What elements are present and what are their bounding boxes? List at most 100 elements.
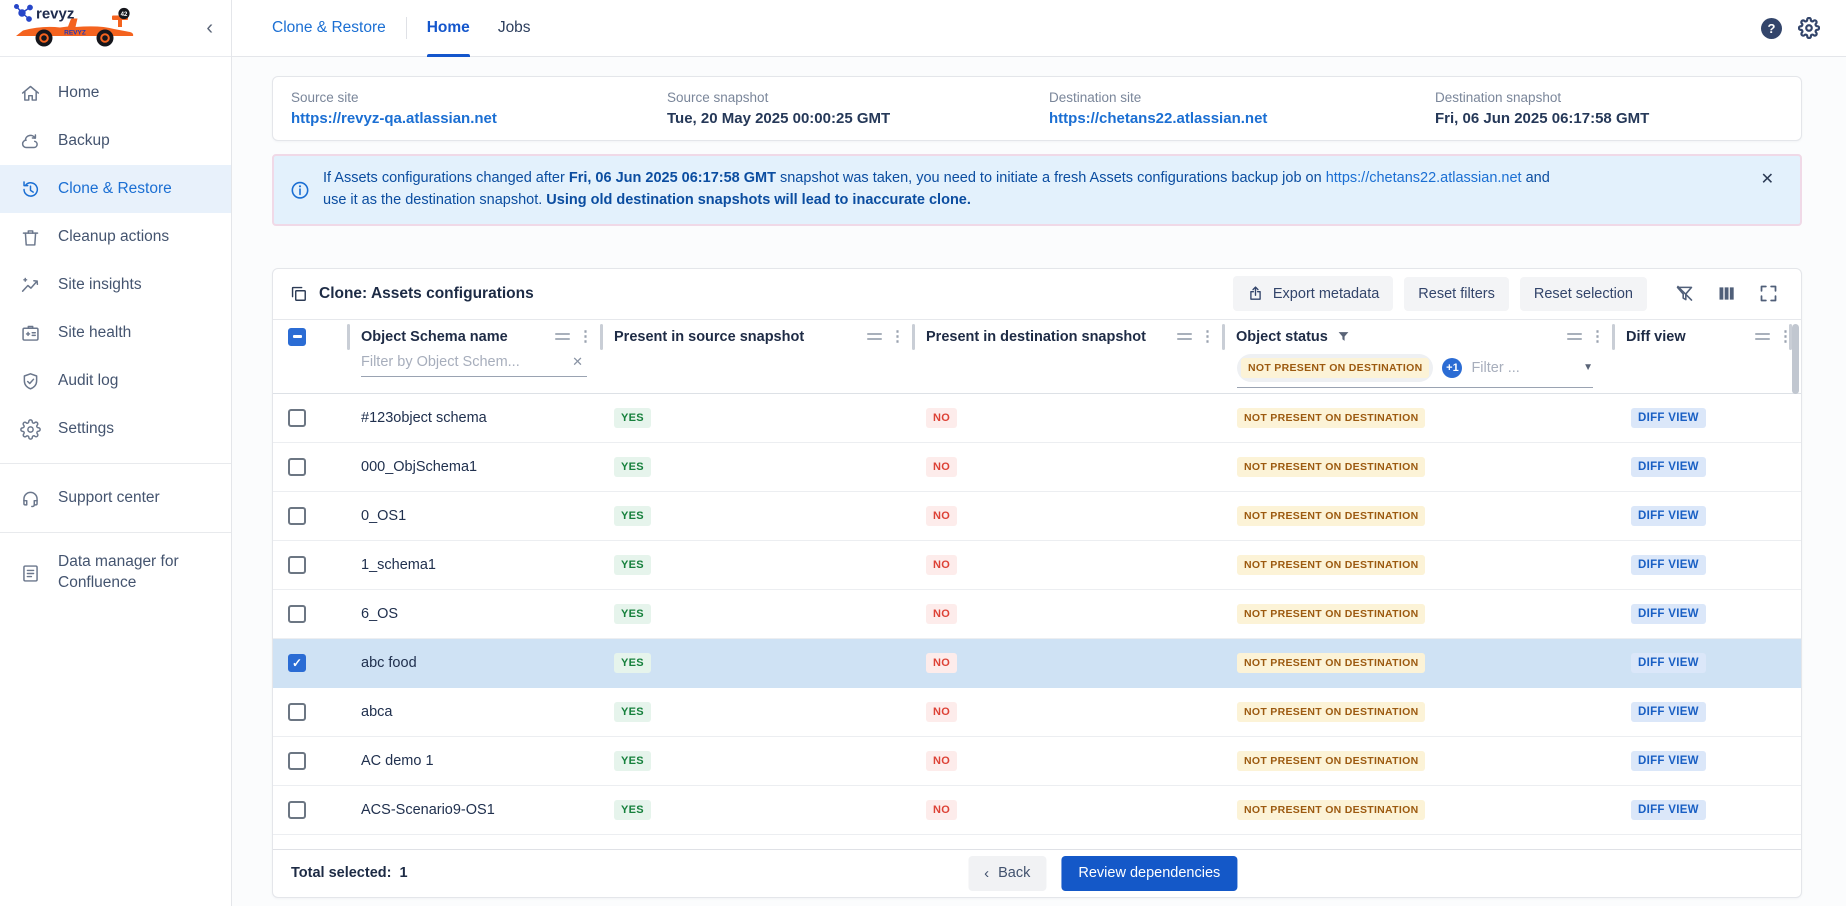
- row-checkbox[interactable]: [288, 409, 306, 427]
- column-resize-handle[interactable]: [1222, 324, 1225, 350]
- column-drag-icon[interactable]: [867, 333, 882, 340]
- diff-view-button[interactable]: DIFF VIEW: [1631, 702, 1706, 722]
- column-menu-icon[interactable]: ⋮: [1200, 329, 1215, 344]
- column-drag-icon[interactable]: [1567, 333, 1582, 340]
- schema-filter-cell: ✕: [348, 354, 601, 377]
- table-row[interactable]: 000_ObjSchema1YESNONOT PRESENT ON DESTIN…: [273, 443, 1801, 492]
- headset-icon: [19, 487, 41, 509]
- sidebar-collapse-icon[interactable]: ‹: [198, 17, 221, 40]
- sidebar-item-audit-log[interactable]: Audit log: [0, 357, 231, 405]
- column-resize-handle[interactable]: [1612, 324, 1615, 350]
- cell-diff-view: DIFF VIEW: [1613, 639, 1801, 687]
- sidebar-item-backup[interactable]: Backup: [0, 117, 231, 165]
- table-scrollbar[interactable]: [1792, 324, 1799, 394]
- summary-site-link[interactable]: https://revyz-qa.atlassian.net: [291, 110, 667, 127]
- cell-object-schema-name: abc food: [348, 639, 601, 687]
- help-icon[interactable]: ?: [1761, 18, 1782, 39]
- column-menu-icon[interactable]: ⋮: [578, 329, 593, 344]
- chevron-down-icon[interactable]: ▼: [1583, 362, 1593, 373]
- row-checkbox[interactable]: [288, 801, 306, 819]
- banner-close-icon[interactable]: ✕: [1761, 169, 1774, 189]
- table-header: Object Schema name⋮Present in source sna…: [273, 319, 1801, 394]
- column-drag-icon[interactable]: [555, 333, 570, 340]
- diff-view-button[interactable]: DIFF VIEW: [1631, 457, 1706, 477]
- sidebar-item-clone-restore[interactable]: Clone & Restore: [0, 165, 231, 213]
- source-status-badge: YES: [614, 555, 651, 575]
- summary-site-link[interactable]: https://chetans22.atlassian.net: [1049, 110, 1435, 127]
- select-all-checkbox[interactable]: [288, 328, 306, 346]
- diff-view-button[interactable]: DIFF VIEW: [1631, 653, 1706, 673]
- summary-label: Destination snapshot: [1435, 90, 1783, 105]
- sidebar-item-support-center[interactable]: Support center: [0, 474, 231, 522]
- column-resize-handle[interactable]: [347, 324, 350, 350]
- banner-destination-link[interactable]: https://chetans22.atlassian.net: [1326, 170, 1522, 186]
- cell-present-in-destination: NO: [913, 443, 1223, 491]
- column-menu-icon[interactable]: ⋮: [1590, 329, 1605, 344]
- cell-object-status: NOT PRESENT ON DESTINATION: [1223, 492, 1613, 540]
- sidebar-item-cleanup-actions[interactable]: Cleanup actions: [0, 213, 231, 261]
- filter-off-icon[interactable]: [1674, 283, 1695, 304]
- table-row[interactable]: abcaYESNONOT PRESENT ON DESTINATIONDIFF …: [273, 688, 1801, 737]
- sidebar-item-data-manager-for-confluence[interactable]: Data manager for Confluence: [0, 543, 231, 603]
- home-icon: [19, 82, 41, 104]
- row-checkbox[interactable]: [288, 605, 306, 623]
- sidebar-item-site-health[interactable]: Site health: [0, 309, 231, 357]
- column-resize-handle[interactable]: [600, 324, 603, 350]
- row-checkbox[interactable]: [288, 752, 306, 770]
- reset-selection-button[interactable]: Reset selection: [1520, 277, 1647, 311]
- cell-present-in-source: YES: [601, 443, 913, 491]
- tab-home[interactable]: Home: [427, 0, 470, 57]
- diff-view-button[interactable]: DIFF VIEW: [1631, 604, 1706, 624]
- status-filter-chip-pill[interactable]: NOT PRESENT ON DESTINATION: [1237, 354, 1433, 382]
- table-row[interactable]: ✓abc foodYESNONOT PRESENT ON DESTINATION…: [273, 639, 1801, 688]
- breadcrumb[interactable]: Clone & Restore: [272, 19, 386, 37]
- row-checkbox[interactable]: ✓: [288, 654, 306, 672]
- column-menu-icon[interactable]: ⋮: [890, 329, 905, 344]
- diff-view-button[interactable]: DIFF VIEW: [1631, 751, 1706, 771]
- tab-jobs[interactable]: Jobs: [498, 0, 531, 57]
- destination-status-badge: NO: [926, 604, 957, 624]
- row-checkbox[interactable]: [288, 507, 306, 525]
- table-row[interactable]: AC demo 1YESNONOT PRESENT ON DESTINATION…: [273, 737, 1801, 786]
- reset-filters-button[interactable]: Reset filters: [1404, 277, 1509, 311]
- gear-icon: [19, 418, 41, 440]
- cell-object-schema-name: AC demo 1: [348, 737, 601, 785]
- review-dependencies-button[interactable]: Review dependencies: [1061, 856, 1237, 891]
- table-row[interactable]: 1_schema1YESNONOT PRESENT ON DESTINATION…: [273, 541, 1801, 590]
- columns-icon[interactable]: [1716, 283, 1737, 304]
- cell-diff-view: DIFF VIEW: [1613, 737, 1801, 785]
- diff-view-button[interactable]: DIFF VIEW: [1631, 555, 1706, 575]
- sidebar-item-settings[interactable]: Settings: [0, 405, 231, 453]
- row-checkbox[interactable]: [288, 458, 306, 476]
- filter-funnel-icon[interactable]: [1330, 330, 1350, 343]
- export-metadata-button[interactable]: Export metadata: [1233, 276, 1393, 311]
- row-checkbox[interactable]: [288, 556, 306, 574]
- svg-text:REVYZ: REVYZ: [64, 29, 86, 36]
- summary-label: Source snapshot: [667, 90, 1049, 105]
- diff-view-button[interactable]: DIFF VIEW: [1631, 506, 1706, 526]
- extra-filter-count-badge[interactable]: +1: [1442, 358, 1462, 378]
- audit-shield-icon: [19, 370, 41, 392]
- back-button[interactable]: ‹ Back: [968, 856, 1046, 891]
- row-checkbox-cell: [273, 688, 348, 736]
- sidebar-item-home[interactable]: Home: [0, 69, 231, 117]
- column-drag-icon[interactable]: [1177, 333, 1192, 340]
- diff-view-button[interactable]: DIFF VIEW: [1631, 800, 1706, 820]
- backup-icon: [19, 130, 41, 152]
- row-checkbox[interactable]: [288, 703, 306, 721]
- column-drag-icon[interactable]: [1755, 333, 1770, 340]
- table-row[interactable]: 0_OS1YESNONOT PRESENT ON DESTINATIONDIFF…: [273, 492, 1801, 541]
- destination-status-badge: NO: [926, 408, 957, 428]
- fullscreen-icon[interactable]: [1758, 283, 1779, 304]
- gear-icon[interactable]: [1798, 17, 1820, 39]
- sidebar-item-site-insights[interactable]: Site insights: [0, 261, 231, 309]
- schema-filter-input[interactable]: [361, 354, 568, 370]
- table-row[interactable]: ACS-Scenario9-OS1YESNONOT PRESENT ON DES…: [273, 786, 1801, 835]
- column-resize-handle[interactable]: [912, 324, 915, 350]
- table-row[interactable]: 6_OSYESNONOT PRESENT ON DESTINATIONDIFF …: [273, 590, 1801, 639]
- status-filter-field[interactable]: NOT PRESENT ON DESTINATION +1 Filter ...…: [1237, 354, 1593, 388]
- clear-filter-icon[interactable]: ✕: [568, 354, 587, 370]
- summary-label: Source site: [291, 90, 667, 105]
- diff-view-button[interactable]: DIFF VIEW: [1631, 408, 1706, 428]
- table-row[interactable]: #123object schemaYESNONOT PRESENT ON DES…: [273, 394, 1801, 443]
